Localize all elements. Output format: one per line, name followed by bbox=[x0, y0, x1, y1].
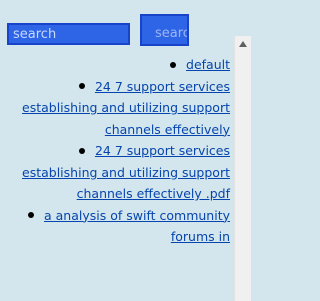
result-link-support-services[interactable]: 24 7 support services establishing and u… bbox=[22, 79, 230, 137]
bullet-icon bbox=[170, 61, 177, 68]
list-item: 24 7 support services establishing and u… bbox=[0, 140, 230, 205]
result-link-swift-forums[interactable]: a analysis of swift community forums in bbox=[44, 208, 230, 245]
bullet-icon bbox=[78, 83, 85, 89]
list-item: default bbox=[0, 54, 230, 76]
bullet-icon bbox=[78, 147, 85, 154]
bullet-icon bbox=[28, 212, 34, 218]
list-item: a analysis of swift community forums in bbox=[0, 205, 230, 248]
result-link-support-services-pdf[interactable]: 24 7 support services establishing and u… bbox=[22, 143, 230, 201]
list-item: 24 7 support services establishing and u… bbox=[0, 76, 230, 141]
results-list: default 24 7 support services establishi… bbox=[0, 54, 230, 248]
search-form: search bbox=[7, 14, 234, 47]
content-area: search default 24 7 support services est… bbox=[0, 0, 234, 301]
search-button[interactable]: search bbox=[140, 14, 189, 46]
vertical-scrollbar[interactable] bbox=[234, 36, 251, 301]
result-link-default[interactable]: default bbox=[186, 57, 230, 72]
triangle-up-icon[interactable] bbox=[235, 36, 251, 52]
page-frame: search default 24 7 support services est… bbox=[0, 0, 251, 301]
search-input[interactable] bbox=[7, 23, 130, 45]
